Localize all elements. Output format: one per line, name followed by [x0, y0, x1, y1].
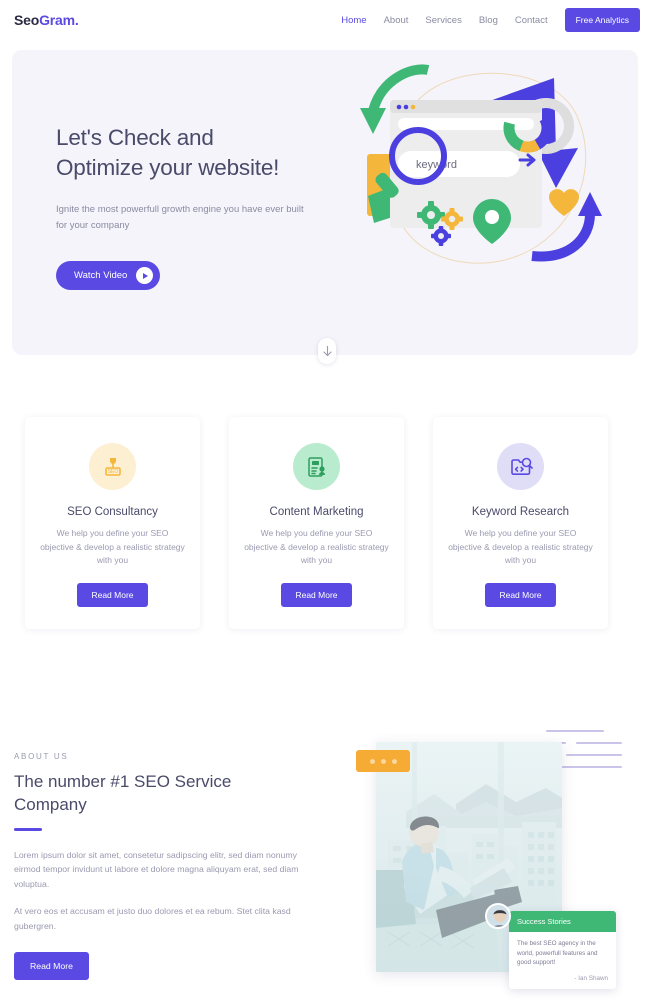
hero-section: Let's Check and Optimize your website! I…: [12, 50, 638, 355]
about-media: Success Stories The best SEO agency in t…: [352, 728, 650, 1008]
about-paragraph-2: At vero eos et accusam et justo duo dolo…: [14, 906, 291, 931]
about-read-more-button[interactable]: Read More: [14, 952, 89, 980]
service-card-title: Keyword Research: [471, 506, 570, 518]
badge-dot: [391, 758, 397, 764]
play-icon: [136, 267, 154, 284]
service-card-title: SEO Consultancy: [67, 506, 158, 518]
arrow-down-icon: [322, 345, 332, 356]
testimonial-card: Success Stories The best SEO agency in t…: [509, 911, 616, 989]
read-more-button[interactable]: Read More: [281, 582, 352, 607]
service-card-desc: We help you define your SEO objective & …: [448, 528, 593, 565]
testimonial-author: - Ian Shawn: [574, 974, 608, 982]
hero-title: Let's Check and Optimize your website!: [56, 123, 346, 183]
nav-link-home[interactable]: Home: [341, 15, 366, 26]
service-card-desc: We help you define your SEO objective & …: [244, 528, 389, 565]
about-divider: [14, 828, 42, 831]
logo-text-primary: Seo: [14, 12, 40, 28]
testimonial-quote: The best SEO agency in the world, powerf…: [517, 940, 598, 966]
service-card-title: Content Marketing: [269, 506, 364, 518]
avatar: [485, 903, 511, 929]
svg-text:keyword: keyword: [416, 159, 457, 171]
nav-link-about[interactable]: About: [384, 15, 409, 26]
watch-video-button[interactable]: Watch Video: [56, 261, 161, 290]
testimonial-body: The best SEO agency in the world, powerf…: [509, 932, 616, 989]
badge-dot: [380, 758, 386, 764]
testimonial-header: Success Stories: [509, 911, 616, 932]
seo-trophy-icon: SEO: [89, 443, 136, 490]
about-section: ABOUT US The number #1 SEO Service Compa…: [14, 752, 334, 980]
read-more-button[interactable]: Read More: [77, 582, 148, 607]
hero-title-line1: Let's Check and: [56, 125, 214, 150]
nav-link-blog[interactable]: Blog: [479, 15, 498, 26]
service-card-keyword-research[interactable]: Keyword Research We help you define your…: [433, 417, 608, 629]
service-card-seo-consultancy[interactable]: SEO SEO Consultancy We help you define y…: [25, 417, 200, 629]
read-more-button[interactable]: Read More: [485, 582, 556, 607]
service-card-content-marketing[interactable]: Content Marketing We help you define you…: [229, 417, 404, 629]
code-search-icon: [497, 443, 544, 490]
logo-text-accent: Gram.: [39, 12, 79, 28]
about-eyebrow: ABOUT US: [14, 752, 69, 761]
about-paragraph-1: Lorem ipsum dolor sit amet, consetetur s…: [14, 849, 299, 889]
logo[interactable]: SeoGram.: [14, 12, 79, 28]
nav-link-contact[interactable]: Contact: [515, 15, 548, 26]
scroll-down-button[interactable]: [318, 338, 336, 364]
hero-subtitle: Ignite the most powerfull growth engine …: [56, 204, 304, 231]
navbar: SeoGram. Home About Services Blog Contac…: [0, 0, 650, 40]
hero-illustration: keyword: [342, 56, 632, 281]
about-title: The number #1 SEO Service Company: [14, 772, 232, 814]
service-card-desc: We help you define your SEO objective & …: [40, 528, 185, 565]
nav-links: Home About Services Blog Contact Free An…: [341, 8, 650, 32]
hero-text-block: Let's Check and Optimize your website! I…: [56, 123, 346, 290]
hero-title-line2: Optimize your website!: [56, 155, 280, 180]
svg-text:SEO: SEO: [107, 469, 118, 475]
page-root: SeoGram. Home About Services Blog Contac…: [0, 0, 650, 1008]
seo-document-icon: [293, 443, 340, 490]
services-cards: SEO SEO Consultancy We help you define y…: [25, 417, 625, 629]
watch-video-label: Watch Video: [74, 270, 128, 281]
badge-dot: [369, 758, 375, 764]
nav-link-services[interactable]: Services: [425, 15, 461, 26]
browser-dots-badge: [356, 750, 410, 772]
free-analytics-button[interactable]: Free Analytics: [564, 8, 640, 32]
